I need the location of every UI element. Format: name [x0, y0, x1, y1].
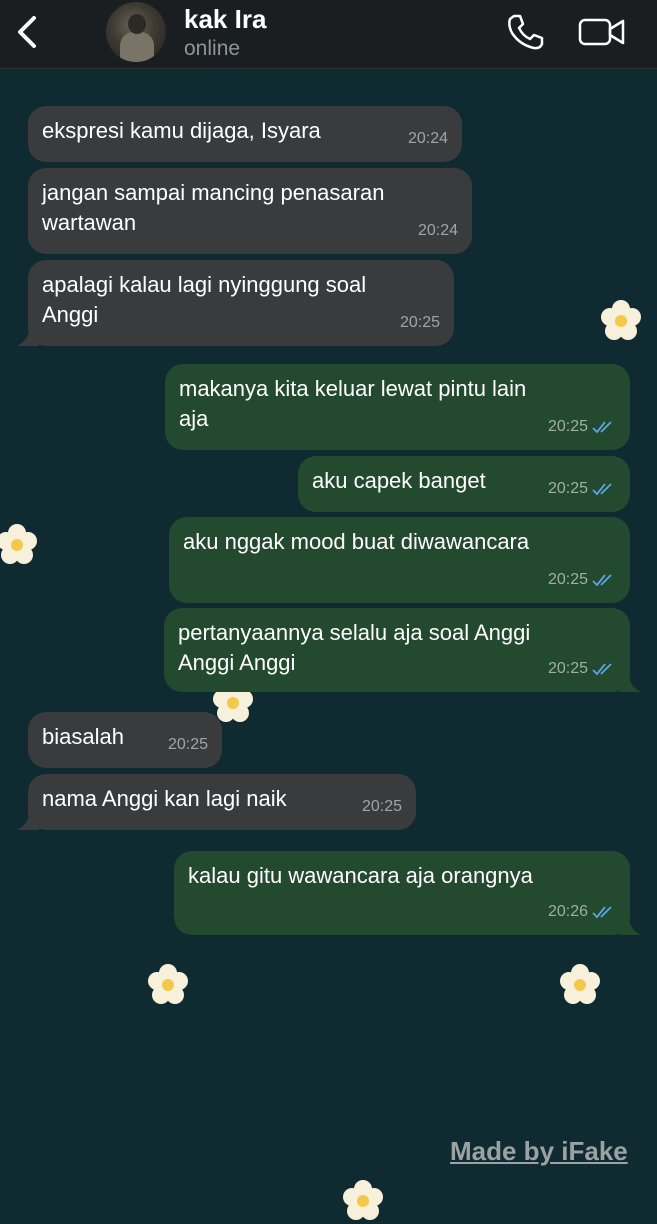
message-text: aku nggak mood buat diwawancara	[183, 529, 530, 554]
phone-icon[interactable]	[505, 12, 545, 52]
message-bubble-incoming[interactable]: ekspresi kamu dijaga, Isyara 20:24	[28, 106, 462, 162]
message-time: 20:25	[547, 571, 588, 588]
bubble-tail	[619, 917, 641, 935]
message-bubble-outgoing[interactable]: makanya kita keluar lewat pintu lain aja…	[165, 364, 630, 450]
chat-header: kak Ira online	[0, 0, 657, 69]
message-time: 20:25	[167, 736, 208, 753]
message-text: jangan sampai mancing penasaran	[42, 180, 385, 205]
bubble-tail	[17, 812, 39, 830]
message-text: wartawan	[42, 210, 137, 235]
message-bubble-outgoing[interactable]: pertanyaannya selalu aja soal Anggi Angg…	[164, 608, 641, 692]
bubble-tail	[17, 328, 39, 346]
flower-icon	[560, 964, 600, 1004]
message-text: nama Anggi kan lagi naik	[42, 786, 287, 811]
contact-status: online	[184, 37, 241, 60]
message-bubble-outgoing[interactable]: aku nggak mood buat diwawancara 20:25	[169, 517, 630, 603]
message-bubble-incoming[interactable]: nama Anggi kan lagi naik 20:25	[17, 774, 416, 830]
double-check-icon	[592, 421, 612, 434]
flower-icon	[343, 1180, 383, 1220]
double-check-icon	[592, 574, 612, 587]
message-bubble-incoming[interactable]: biasalah 20:25	[28, 712, 222, 768]
bubble-tail	[619, 674, 641, 692]
flower-icon	[148, 964, 188, 1004]
message-text: pertanyaannya selalu aja soal Anggi	[178, 620, 531, 645]
message-time: 20:25	[547, 480, 588, 497]
watermark-text: Made by iFake	[450, 1136, 628, 1166]
message-time: 20:24	[417, 222, 458, 239]
message-text: makanya kita keluar lewat pintu lain	[179, 376, 527, 401]
double-check-icon	[592, 663, 612, 676]
message-time: 20:25	[547, 660, 588, 677]
flower-icon	[0, 524, 37, 564]
message-text: apalagi kalau lagi nyinggung soal	[42, 272, 367, 297]
video-camera-icon[interactable]	[578, 14, 626, 50]
back-chevron-icon[interactable]	[14, 14, 44, 50]
message-time: 20:25	[547, 418, 588, 435]
message-bubble-outgoing[interactable]: aku capek banget 20:25	[298, 456, 630, 512]
message-time: 20:25	[399, 314, 440, 331]
double-check-icon	[592, 906, 612, 919]
message-text: Anggi	[42, 302, 99, 327]
message-time: 20:26	[547, 903, 588, 920]
message-bubble-incoming[interactable]: apalagi kalau lagi nyinggung soal Anggi …	[17, 260, 454, 346]
flower-icon	[601, 300, 641, 340]
message-time: 20:24	[407, 130, 448, 147]
double-check-icon	[592, 483, 612, 496]
contact-name[interactable]: kak Ira	[184, 4, 266, 35]
message-bubble-incoming[interactable]: jangan sampai mancing penasaran wartawan…	[28, 168, 472, 254]
message-text: ekspresi kamu dijaga, Isyara	[42, 118, 321, 143]
message-bubble-outgoing[interactable]: kalau gitu wawancara aja orangnya 20:26	[174, 851, 641, 935]
avatar[interactable]	[106, 2, 166, 62]
message-time: 20:25	[361, 798, 402, 815]
message-text: kalau gitu wawancara aja orangnya	[188, 863, 533, 888]
